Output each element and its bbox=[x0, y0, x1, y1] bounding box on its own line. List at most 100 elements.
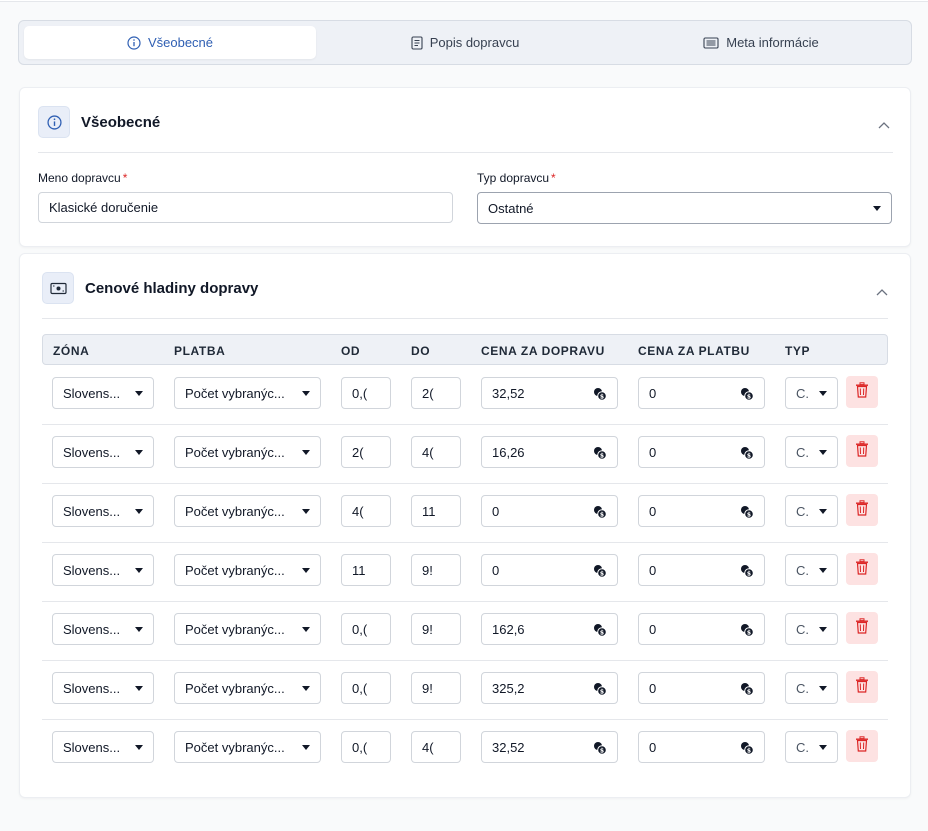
svg-text:$: $ bbox=[600, 688, 604, 695]
payment-price-input[interactable]: 0 $ bbox=[638, 436, 765, 468]
from-input[interactable]: 11 bbox=[341, 554, 391, 586]
payment-select[interactable]: Počet vybranýc... bbox=[174, 495, 321, 527]
col-do: DO bbox=[411, 344, 431, 358]
payment-price-input[interactable]: 0 $ bbox=[638, 613, 765, 645]
trash-icon bbox=[855, 676, 869, 698]
tab-popis-dopravcu[interactable]: Popis dopravcu bbox=[334, 26, 596, 59]
chevron-down-icon bbox=[302, 568, 310, 573]
svg-text:$: $ bbox=[600, 452, 604, 459]
to-input[interactable]: 4( bbox=[411, 731, 461, 763]
coins-icon: $ bbox=[593, 505, 607, 522]
list-icon bbox=[703, 36, 719, 49]
svg-text:$: $ bbox=[600, 570, 604, 577]
chevron-down-icon bbox=[819, 509, 827, 514]
chevron-down-icon bbox=[302, 450, 310, 455]
carrier-name-input[interactable] bbox=[38, 192, 453, 223]
zone-select[interactable]: Slovens... bbox=[52, 554, 154, 586]
type-select[interactable]: C. bbox=[785, 613, 838, 645]
tab-meta-informacie[interactable]: Meta informácie bbox=[615, 26, 907, 59]
svg-text:$: $ bbox=[747, 393, 751, 400]
table-row: Slovens... Počet vybranýc... 4( 11 0 $ 0 $ C. bbox=[42, 484, 888, 543]
type-select[interactable]: C. bbox=[785, 495, 838, 527]
delete-row-button[interactable] bbox=[846, 553, 878, 585]
type-select[interactable]: C. bbox=[785, 554, 838, 586]
to-input[interactable]: 11 bbox=[411, 495, 461, 527]
zone-select[interactable]: Slovens... bbox=[52, 436, 154, 468]
shipping-price-input[interactable]: 16,26 $ bbox=[481, 436, 618, 468]
type-select[interactable]: C. bbox=[785, 731, 838, 763]
delete-row-button[interactable] bbox=[846, 671, 878, 703]
zone-select[interactable]: Slovens... bbox=[52, 377, 154, 409]
payment-price-input[interactable]: 0 $ bbox=[638, 731, 765, 763]
col-cena-za-dopravu: CENA ZA DOPRAVU bbox=[481, 344, 605, 358]
delete-row-button[interactable] bbox=[846, 376, 878, 408]
tab-vseobecne[interactable]: Všeobecné bbox=[24, 26, 316, 59]
to-input[interactable]: 9! bbox=[411, 672, 461, 704]
svg-text:$: $ bbox=[747, 511, 751, 518]
type-select[interactable]: C. bbox=[785, 672, 838, 704]
payment-price-input[interactable]: 0 $ bbox=[638, 495, 765, 527]
payment-price-input[interactable]: 0 $ bbox=[638, 554, 765, 586]
table-row: Slovens... Počet vybranýc... 0,( 9! 162,6 $ 0 $… bbox=[42, 602, 888, 661]
table-row: Slovens... Počet vybranýc... 0,( 4( 32,52 $ 0 $… bbox=[42, 720, 888, 779]
money-icon bbox=[42, 272, 74, 304]
payment-price-input[interactable]: 0 $ bbox=[638, 672, 765, 704]
payment-select[interactable]: Počet vybranýc... bbox=[174, 554, 321, 586]
col-typ: TYP bbox=[785, 344, 811, 358]
coins-icon: $ bbox=[593, 387, 607, 404]
delete-row-button[interactable] bbox=[846, 612, 878, 644]
from-input[interactable]: 0,( bbox=[341, 377, 391, 409]
shipping-price-input[interactable]: 162,6 $ bbox=[481, 613, 618, 645]
zone-select[interactable]: Slovens... bbox=[52, 672, 154, 704]
from-input[interactable]: 2( bbox=[341, 436, 391, 468]
from-input[interactable]: 0,( bbox=[341, 613, 391, 645]
from-input[interactable]: 0,( bbox=[341, 672, 391, 704]
payment-select[interactable]: Počet vybranýc... bbox=[174, 436, 321, 468]
to-input[interactable]: 4( bbox=[411, 436, 461, 468]
payment-price-input[interactable]: 0 $ bbox=[638, 377, 765, 409]
payment-select[interactable]: Počet vybranýc... bbox=[174, 731, 321, 763]
to-input[interactable]: 2( bbox=[411, 377, 461, 409]
chevron-down-icon bbox=[819, 745, 827, 750]
coins-icon: $ bbox=[593, 682, 607, 699]
table-row: Slovens... Počet vybranýc... 0,( 9! 325,2 $ 0 $… bbox=[42, 661, 888, 720]
chevron-up-icon[interactable] bbox=[876, 283, 888, 301]
to-input[interactable]: 9! bbox=[411, 554, 461, 586]
top-border bbox=[0, 0, 928, 2]
svg-text:$: $ bbox=[747, 452, 751, 459]
delete-row-button[interactable] bbox=[846, 435, 878, 467]
info-icon bbox=[38, 106, 70, 138]
payment-select[interactable]: Počet vybranýc... bbox=[174, 672, 321, 704]
chevron-up-icon[interactable] bbox=[878, 116, 890, 134]
type-select[interactable]: C. bbox=[785, 377, 838, 409]
chevron-down-icon bbox=[302, 745, 310, 750]
type-select[interactable]: C. bbox=[785, 436, 838, 468]
divider bbox=[42, 318, 888, 319]
to-input[interactable]: 9! bbox=[411, 613, 461, 645]
shipping-price-input[interactable]: 325,2 $ bbox=[481, 672, 618, 704]
shipping-price-input[interactable]: 0 $ bbox=[481, 554, 618, 586]
carrier-type-select[interactable]: Ostatné bbox=[477, 192, 892, 224]
zone-select[interactable]: Slovens... bbox=[52, 731, 154, 763]
shipping-price-input[interactable]: 32,52 $ bbox=[481, 731, 618, 763]
shipping-price-input[interactable]: 32,52 $ bbox=[481, 377, 618, 409]
delete-row-button[interactable] bbox=[846, 494, 878, 526]
col-od: OD bbox=[341, 344, 361, 358]
payment-select[interactable]: Počet vybranýc... bbox=[174, 377, 321, 409]
trash-icon bbox=[855, 558, 869, 580]
from-input[interactable]: 4( bbox=[341, 495, 391, 527]
chevron-down-icon bbox=[302, 509, 310, 514]
tab-label: Všeobecné bbox=[147, 35, 214, 50]
payment-select[interactable]: Počet vybranýc... bbox=[174, 613, 321, 645]
from-input[interactable]: 0,( bbox=[341, 731, 391, 763]
svg-text:$: $ bbox=[747, 688, 751, 695]
trash-icon bbox=[855, 617, 869, 639]
delete-row-button[interactable] bbox=[846, 730, 878, 762]
zone-select[interactable]: Slovens... bbox=[52, 495, 154, 527]
svg-text:$: $ bbox=[747, 570, 751, 577]
carrier-type-value: Ostatné bbox=[488, 200, 534, 216]
shipping-price-input[interactable]: 0 $ bbox=[481, 495, 618, 527]
pricing-table-header: ZÓNA PLATBA OD DO CENA ZA DOPRAVU CENA Z… bbox=[42, 334, 888, 365]
carrier-name-label: Meno dopravcu * bbox=[38, 171, 128, 185]
zone-select[interactable]: Slovens... bbox=[52, 613, 154, 645]
